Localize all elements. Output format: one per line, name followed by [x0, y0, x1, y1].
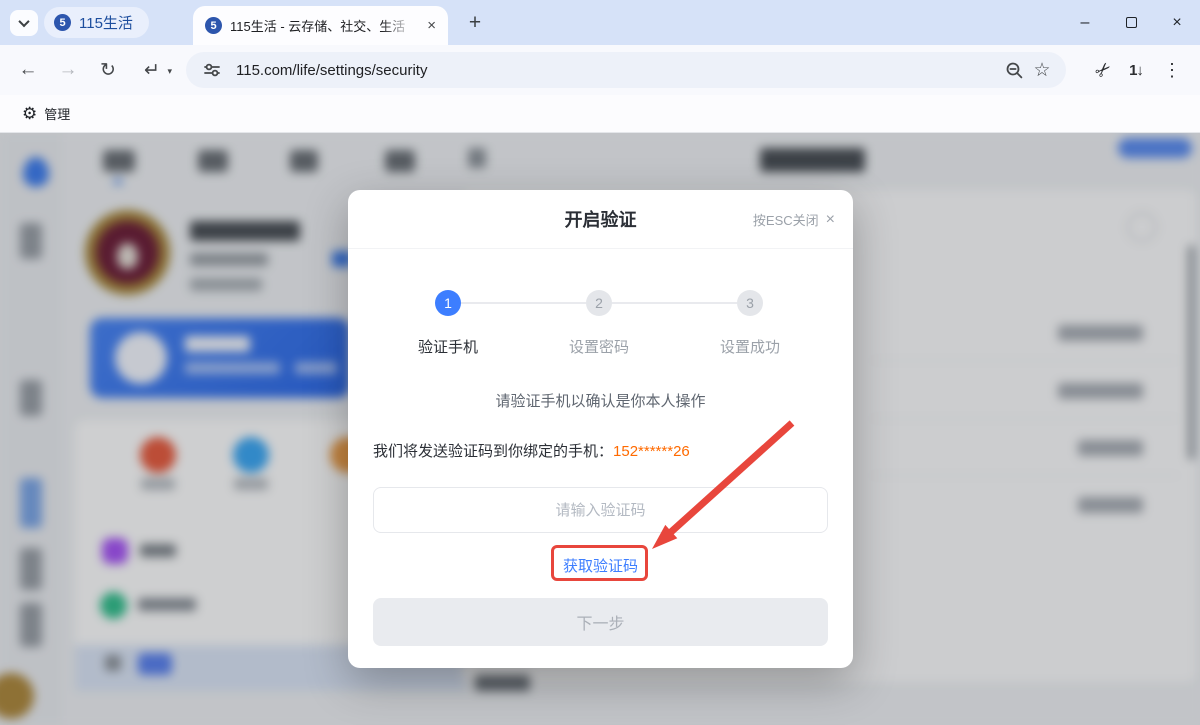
tab-strip: 5 115生活 5 115生活 - 云存储、社交、生活 × + – × [0, 0, 1200, 45]
stepper: 1 2 3 [348, 290, 853, 316]
window-controls: – × [1062, 0, 1200, 45]
zoom-out-icon[interactable] [1000, 56, 1028, 84]
close-icon[interactable]: × [826, 211, 835, 229]
browser-menu-icon[interactable]: ⋮ [1156, 55, 1188, 85]
return-arrow-button[interactable]: ↵ ▾ [132, 54, 172, 86]
tab-title: 115生活 - 云存储、社交、生活 [230, 16, 415, 35]
modal-subtitle: 请验证手机以确认是你本人操作 [348, 390, 853, 411]
sort-extension-icon[interactable]: 1↓ [1120, 55, 1152, 85]
return-arrow-icon: ↵ [144, 59, 160, 82]
new-tab-button[interactable]: + [460, 8, 490, 38]
verification-modal: 开启验证 按ESC关闭 × 1 2 3 验证手机 设置密码 设置成功 请验证手机… [348, 190, 853, 668]
site-favicon: 5 [54, 14, 71, 31]
tab-close-icon[interactable]: × [423, 17, 440, 34]
step-label-1: 验证手机 [388, 336, 508, 357]
reload-button[interactable]: ↻ [92, 54, 124, 86]
tab-group-chip[interactable]: 5 115生活 [44, 7, 149, 38]
verification-code-input[interactable] [373, 487, 828, 533]
esc-hint: 按ESC关闭 [753, 210, 819, 229]
get-code-link[interactable]: 获取验证码 [348, 555, 853, 576]
bookmark-label: 管理 [44, 104, 70, 123]
scissors-extension-icon[interactable]: ✂ [1088, 55, 1120, 85]
bookmarks-bar: ⚙ 管理 [0, 95, 1200, 133]
step-dot-3: 3 [737, 290, 763, 316]
url-text[interactable]: 115.com/life/settings/security [236, 62, 1000, 79]
tab-search-button[interactable] [10, 10, 38, 36]
bookmark-manage[interactable]: ⚙ 管理 [14, 100, 78, 128]
modal-close-button[interactable]: 按ESC关闭 × [753, 190, 835, 249]
modal-header: 开启验证 按ESC关闭 × [348, 190, 853, 249]
caret-down-icon: ▾ [167, 66, 172, 77]
tab-active[interactable]: 5 115生活 - 云存储、社交、生活 × [193, 6, 448, 45]
step-connector [612, 302, 737, 304]
maximize-button[interactable] [1108, 0, 1154, 45]
modal-title: 开启验证 [565, 206, 637, 232]
address-bar[interactable]: 115.com/life/settings/security ☆ [186, 52, 1066, 88]
page-content: 开启验证 按ESC关闭 × 1 2 3 验证手机 设置密码 设置成功 请验证手机… [0, 133, 1200, 725]
step-connector [461, 302, 586, 304]
minimize-button[interactable]: – [1062, 0, 1108, 45]
stepper-labels: 验证手机 设置密码 设置成功 [348, 336, 853, 356]
back-button[interactable]: ← [12, 54, 44, 86]
browser-toolbar: ← → ↻ ↵ ▾ 115.com/life/settings/security… [0, 45, 1200, 95]
tab-group-label: 115生活 [79, 12, 133, 33]
site-favicon: 5 [205, 17, 222, 34]
gear-icon: ⚙ [22, 104, 37, 124]
forward-button[interactable]: → [52, 54, 84, 86]
bookmark-star-icon[interactable]: ☆ [1028, 56, 1056, 84]
step-label-3: 设置成功 [690, 336, 810, 357]
step-label-2: 设置密码 [539, 336, 659, 357]
next-step-button[interactable]: 下一步 [373, 598, 828, 646]
chevron-down-icon [18, 16, 29, 27]
step-dot-2: 2 [586, 290, 612, 316]
send-code-line: 我们将发送验证码到你绑定的手机：152******26 [373, 440, 690, 461]
maximize-icon [1126, 17, 1137, 28]
site-settings-icon[interactable] [198, 56, 226, 84]
step-dot-1: 1 [435, 290, 461, 316]
close-window-button[interactable]: × [1154, 0, 1200, 45]
browser-window: 5 115生活 5 115生活 - 云存储、社交、生活 × + – × ← → … [0, 0, 1200, 725]
masked-phone-number: 152******26 [613, 443, 690, 460]
scissors-icon: ✂ [1090, 56, 1118, 84]
send-code-label: 我们将发送验证码到你绑定的手机： [373, 443, 613, 460]
